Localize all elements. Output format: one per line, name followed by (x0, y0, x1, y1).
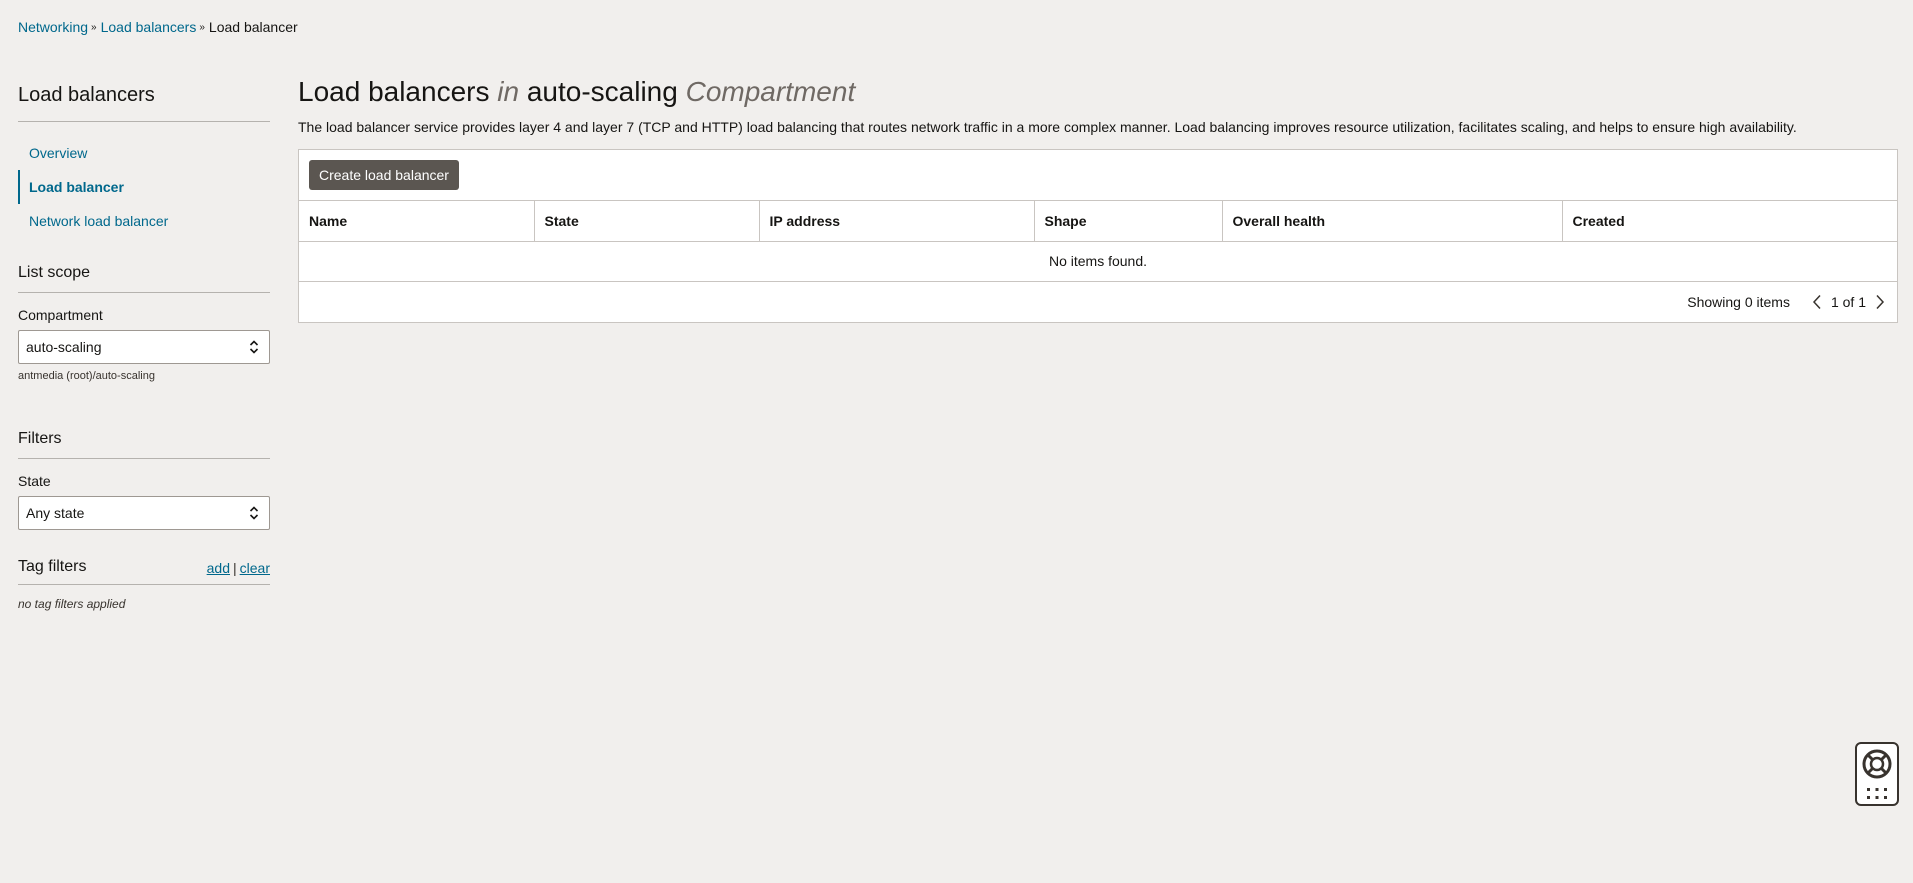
breadcrumb-load-balancers[interactable]: Load balancers (101, 19, 197, 35)
compartment-label: Compartment (18, 307, 103, 323)
table-empty-message: No items found. (299, 241, 1897, 282)
tag-filters-header: Tag filters add | clear (18, 558, 270, 585)
main-content: Load balancers in auto-scaling Compartme… (298, 76, 1898, 323)
sidebar-item-overview[interactable]: Overview (18, 136, 270, 170)
list-scope-title: List scope (18, 264, 270, 293)
tag-filters-empty-text: no tag filters applied (18, 597, 126, 611)
page-indicator: 1 of 1 (1830, 293, 1866, 310)
compartment-path: antmedia (root)/auto-scaling (18, 370, 155, 382)
list-scope-section: List scope Compartment auto-scaling antm… (18, 264, 270, 382)
breadcrumb-separator-icon: » (91, 21, 97, 33)
breadcrumb-separator-icon: » (199, 21, 205, 33)
column-header-shape[interactable]: Shape (1034, 201, 1223, 242)
page-title: Load balancers in auto-scaling Compartme… (298, 76, 1898, 108)
page-title-compartment: auto-scaling (526, 76, 678, 107)
compartment-select-value: auto-scaling (26, 339, 102, 355)
table-header-row: Name State IP address Shape Overall heal… (299, 201, 1897, 242)
tag-filters-actions: add | clear (207, 560, 270, 576)
tag-filters-clear-link[interactable]: clear (240, 560, 270, 576)
compartment-select[interactable]: auto-scaling (18, 330, 270, 364)
table-toolbar: Create load balancer (299, 150, 1897, 201)
sidebar-title: Load balancers (18, 84, 270, 122)
tag-filters-add-link[interactable]: add (207, 560, 230, 576)
help-widget[interactable] (1855, 742, 1899, 806)
create-load-balancer-button[interactable]: Create load balancer (309, 160, 459, 190)
lifebuoy-icon (1862, 749, 1892, 778)
page-title-main: Load balancers (298, 76, 490, 107)
breadcrumb-current: Load balancer (208, 19, 298, 35)
breadcrumb-networking[interactable]: Networking (18, 19, 88, 35)
table-row: No items found. (299, 241, 1897, 282)
sidebar-item-network-load-balancer[interactable]: Network load balancer (18, 204, 270, 238)
breadcrumb: Networking » Load balancers » Load balan… (18, 19, 298, 35)
showing-items-count: Showing 0 items (1687, 293, 1790, 310)
column-header-ip-address[interactable]: IP address (759, 201, 1035, 242)
apps-grid-icon (1867, 787, 1887, 799)
chevron-right-icon[interactable] (1871, 293, 1889, 311)
state-label: State (18, 473, 51, 489)
load-balancer-table: Name State IP address Shape Overall heal… (299, 201, 1897, 282)
state-select[interactable]: Any state (18, 496, 270, 530)
page-title-suffix: Compartment (685, 76, 856, 107)
filters-section: Filters State Any state (18, 430, 270, 530)
sidebar: Load balancers Overview Load balancer Ne… (18, 84, 270, 611)
column-header-created[interactable]: Created (1562, 201, 1897, 242)
column-header-overall-health[interactable]: Overall health (1222, 201, 1563, 242)
sidebar-nav: Overview Load balancer Network load bala… (18, 136, 270, 238)
page-description: The load balancer service provides layer… (298, 119, 1797, 135)
state-select-value: Any state (26, 505, 85, 521)
load-balancer-table-panel: Create load balancer Name State IP addre… (298, 149, 1898, 323)
sidebar-item-load-balancer[interactable]: Load balancer (18, 170, 270, 204)
tag-filters-title: Tag filters (18, 558, 87, 575)
select-updown-icon (249, 340, 259, 354)
tag-filters-separator: | (233, 560, 237, 576)
pagination: 1 of 1 (1808, 293, 1889, 311)
column-header-state[interactable]: State (534, 201, 760, 242)
select-updown-icon (249, 506, 259, 520)
filters-title: Filters (18, 430, 270, 459)
page-title-in: in (497, 76, 520, 107)
chevron-left-icon[interactable] (1808, 293, 1826, 311)
tag-filters-section: Tag filters add | clear no tag filters app… (18, 558, 270, 611)
table-footer: Showing 0 items 1 of 1 (299, 282, 1897, 322)
column-header-name[interactable]: Name (299, 201, 535, 242)
